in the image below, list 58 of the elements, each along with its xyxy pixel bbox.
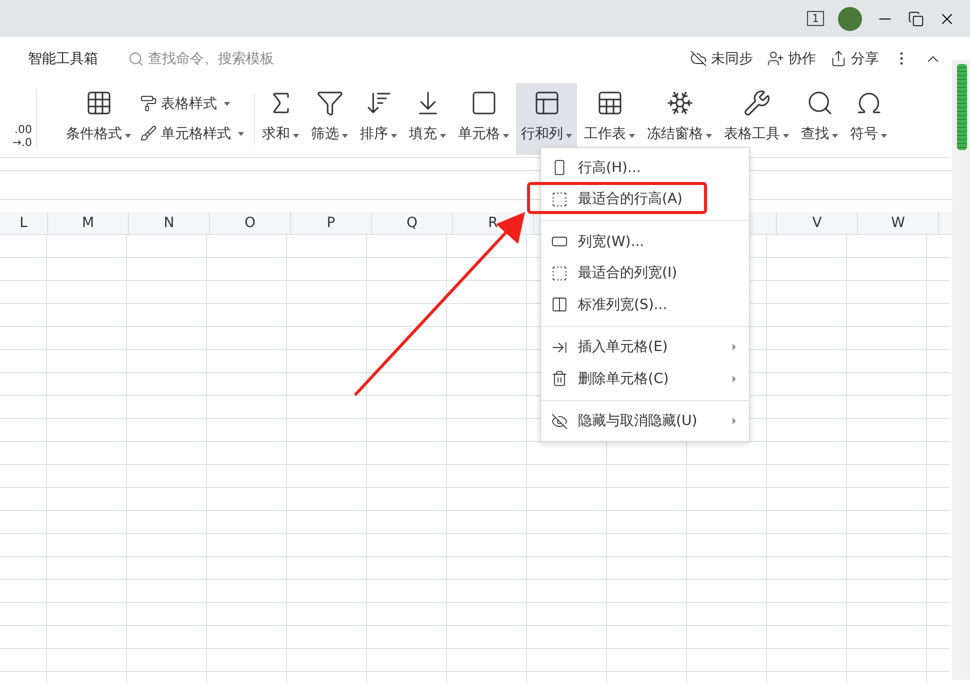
- ribbon-button[interactable]: 单元格样式: [138, 122, 246, 144]
- cloud-icon: [690, 50, 707, 67]
- menu-item[interactable]: 插入单元格(E): [541, 332, 749, 363]
- toolbar-action[interactable]: 协作: [767, 50, 816, 68]
- column-header[interactable]: Q: [372, 212, 453, 234]
- toolbar-action[interactable]: 分享: [830, 50, 879, 68]
- search-icon: [128, 50, 144, 66]
- dashed-square-icon: [551, 190, 568, 208]
- scrollbar[interactable]: [952, 60, 970, 680]
- snowflake-icon: [666, 88, 694, 116]
- trash-icon: [551, 370, 568, 388]
- eye-off-icon: [551, 412, 568, 430]
- sheet-icon: [596, 88, 624, 116]
- user-plus-icon: [767, 50, 784, 67]
- menu-item[interactable]: 行高(H)...: [541, 152, 749, 184]
- ribbon-button[interactable]: 填充: [404, 82, 451, 154]
- menu-item[interactable]: 删除单元格(C): [541, 363, 749, 394]
- ribbon-button[interactable]: 符号: [845, 82, 892, 154]
- search-field[interactable]: 查找命令、搜索模板: [128, 50, 660, 68]
- number-format-button[interactable]: .00 →.0: [0, 88, 37, 148]
- ribbon-button[interactable]: 排序: [355, 82, 402, 154]
- toolbar-action[interactable]: 未同步: [690, 50, 753, 68]
- funnel-icon: [316, 88, 344, 116]
- ribbon-button[interactable]: 求和: [257, 82, 304, 154]
- avatar[interactable]: [838, 6, 862, 30]
- column-header[interactable]: W: [858, 212, 939, 234]
- window-count-badge[interactable]: 1: [807, 11, 824, 26]
- column-header[interactable]: M: [48, 212, 129, 234]
- menu-item[interactable]: 最适合的行高(A): [541, 184, 749, 215]
- scroll-thumb[interactable]: [957, 64, 967, 150]
- ribbon-button[interactable]: 表格样式: [138, 92, 246, 114]
- ribbon-button[interactable]: 筛选: [306, 82, 353, 154]
- panel-icon: [532, 88, 560, 116]
- menu-item[interactable]: 隐藏与取消隐藏(U): [541, 406, 749, 437]
- grid-icon: [84, 88, 112, 116]
- ribbon-button[interactable]: 查找: [796, 82, 843, 154]
- dashed-square-icon: [551, 264, 568, 282]
- share-icon: [830, 50, 847, 67]
- menu-item[interactable]: 最适合的列宽(I): [541, 258, 749, 289]
- column-header[interactable]: V: [777, 212, 858, 234]
- columns-icon: [551, 296, 568, 314]
- column-header[interactable]: O: [210, 212, 291, 234]
- ribbon-tab[interactable]: 智能工具箱: [28, 50, 98, 68]
- menu-item[interactable]: 标准列宽(S)...: [541, 289, 749, 320]
- column-header[interactable]: P: [291, 212, 372, 234]
- column-header[interactable]: L: [0, 212, 48, 234]
- cell-grid[interactable]: [0, 235, 950, 684]
- ribbon-button[interactable]: 单元格: [453, 82, 514, 154]
- restore-icon[interactable]: [908, 10, 924, 26]
- menu-item[interactable]: 列宽(W)...: [541, 226, 749, 258]
- square-icon: [470, 88, 498, 116]
- column-header[interactable]: N: [129, 212, 210, 234]
- brush-icon: [140, 125, 157, 142]
- ribbon-button[interactable]: 条件格式: [61, 82, 136, 154]
- wrench-icon: [742, 88, 770, 116]
- ribbon-button[interactable]: 行和列: [516, 82, 577, 154]
- roller-icon: [140, 95, 157, 112]
- search-icon: [806, 88, 834, 116]
